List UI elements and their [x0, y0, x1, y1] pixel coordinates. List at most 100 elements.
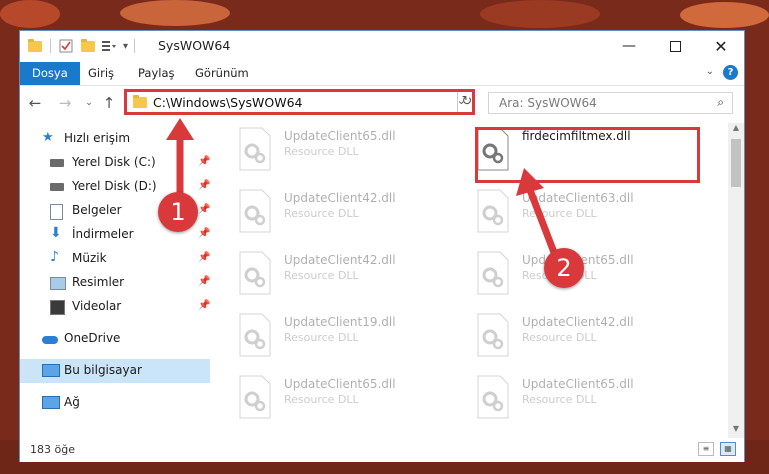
- file-name: UpdateClient19.dll: [284, 315, 396, 329]
- vertical-scrollbar[interactable]: ▲ ▼: [728, 123, 744, 438]
- help-icon[interactable]: ?: [723, 65, 738, 80]
- pin-icon[interactable]: 📌: [198, 300, 210, 311]
- navigation-pane: ★ Hızlı erişim Yerel Disk (C:) 📌 Yerel D…: [20, 123, 210, 438]
- sidebar-item-music[interactable]: ♪ Müzik 📌: [20, 247, 210, 271]
- scrollbar-thumb[interactable]: [731, 139, 741, 187]
- scroll-down-icon[interactable]: ▼: [728, 424, 744, 438]
- details-view-icon[interactable]: ≡: [698, 442, 714, 456]
- sidebar-item-network[interactable]: Ağ: [20, 391, 210, 415]
- file-name: UpdateClient42.dll: [284, 253, 396, 267]
- list-item[interactable]: UpdateClient65.dll Resource DLL: [216, 123, 446, 173]
- tab-file[interactable]: Dosya: [20, 62, 80, 85]
- file-name: UpdateClient42.dll: [522, 315, 634, 329]
- sidebar-item-label: Yerel Disk (C:): [72, 155, 156, 169]
- file-type: Resource DLL: [522, 331, 597, 344]
- step-marker-1: 1: [158, 192, 198, 232]
- large-icons-view-icon[interactable]: ▦: [720, 442, 736, 456]
- computer-icon: [42, 364, 60, 377]
- sidebar-item-label: Müzik: [72, 251, 107, 265]
- navigation-bar: ← → ⌄ ↑ C:\Windows\SysWOW64 ⌄ ↻ Ara: Sys…: [20, 86, 744, 120]
- background-leaf: [480, 0, 600, 28]
- drive-icon: [50, 183, 64, 191]
- file-type: Resource DLL: [522, 393, 597, 406]
- sidebar-item-pictures[interactable]: Resimler 📌: [20, 271, 210, 295]
- back-arrow-icon[interactable]: ←: [26, 94, 44, 112]
- sidebar-item-label: OneDrive: [64, 331, 121, 345]
- address-path[interactable]: C:\Windows\SysWOW64: [153, 95, 302, 110]
- sidebar-item-quick-access[interactable]: ★ Hızlı erişim: [20, 127, 210, 151]
- close-button[interactable]: ✕: [698, 31, 744, 61]
- ribbon-tabs: Dosya Giriş Paylaş Görünüm ⌄ ?: [20, 62, 744, 86]
- dll-file-icon: [239, 313, 271, 357]
- minimize-icon: —: [622, 38, 636, 54]
- cloud-icon: [42, 336, 58, 344]
- ribbon-expand-icon[interactable]: ⌄: [706, 66, 714, 77]
- drive-icon: [50, 159, 64, 167]
- dll-file-icon: [477, 251, 509, 295]
- pin-icon[interactable]: 📌: [198, 252, 210, 263]
- search-icon[interactable]: ⌕: [717, 95, 724, 110]
- pin-icon[interactable]: 📌: [198, 180, 210, 191]
- view-switcher: ≡ ▦: [698, 442, 736, 456]
- properties-check-icon[interactable]: [59, 39, 73, 53]
- pin-icon[interactable]: 📌: [198, 156, 210, 167]
- dll-file-icon: [239, 127, 271, 171]
- pin-icon[interactable]: 📌: [198, 276, 210, 287]
- tab-view[interactable]: Görünüm: [195, 62, 249, 85]
- title-bar: ▾ SysWOW64 — ✕: [20, 31, 744, 61]
- file-type: Resource DLL: [522, 207, 597, 220]
- close-icon: ✕: [714, 36, 728, 56]
- list-item[interactable]: UpdateClient42.dll Resource DLL: [216, 247, 446, 297]
- up-arrow-icon[interactable]: ↑: [100, 94, 118, 112]
- documents-icon: [50, 204, 63, 220]
- file-name: UpdateClient65.dll: [284, 377, 396, 391]
- new-folder-icon[interactable]: [81, 38, 95, 52]
- list-item[interactable]: UpdateClient42.dll Resource DLL: [454, 309, 684, 359]
- sidebar-item-disk-c[interactable]: Yerel Disk (C:) 📌: [20, 151, 210, 175]
- minimize-button[interactable]: —: [606, 31, 652, 61]
- pin-icon[interactable]: 📌: [198, 204, 210, 215]
- dll-file-icon: [239, 375, 271, 419]
- list-item[interactable]: UpdateClient63.dll Resource DLL: [454, 185, 684, 235]
- background-leaf: [680, 2, 769, 28]
- maximize-icon: [669, 40, 681, 52]
- toolbar-divider: [50, 39, 51, 53]
- file-name: UpdateClient65.dll: [284, 129, 396, 143]
- file-name: UpdateClient42.dll: [284, 191, 396, 205]
- tab-share[interactable]: Paylaş: [138, 62, 175, 85]
- pin-icon[interactable]: 📌: [198, 228, 210, 239]
- dll-file-icon: [477, 375, 509, 419]
- maximize-button[interactable]: [652, 31, 698, 61]
- toolbar-divider: [134, 39, 136, 53]
- search-input[interactable]: Ara: SysWOW64 ⌕: [488, 92, 733, 114]
- target-file-highlight: [475, 127, 700, 183]
- dll-file-icon: [477, 313, 509, 357]
- list-item[interactable]: UpdateClient65.dll Resource DLL: [454, 371, 684, 421]
- status-bar: 183 öğe ≡ ▦: [20, 439, 744, 462]
- scroll-up-icon[interactable]: ▲: [728, 123, 744, 137]
- sidebar-item-label: Ağ: [64, 395, 80, 409]
- address-bar[interactable]: C:\Windows\SysWOW64 ⌄: [124, 89, 475, 115]
- sidebar-item-label: Belgeler: [72, 203, 122, 217]
- forward-arrow-icon[interactable]: →: [56, 94, 74, 112]
- dll-file-icon: [239, 251, 271, 295]
- tab-home[interactable]: Giriş: [88, 62, 114, 85]
- sidebar-item-label: Videolar: [72, 299, 122, 313]
- chevron-down-icon[interactable]: ▾: [123, 41, 128, 52]
- refresh-icon[interactable]: ↻: [457, 92, 476, 112]
- list-item[interactable]: UpdateClient42.dll Resource DLL: [216, 185, 446, 235]
- file-name: UpdateClient63.dll: [522, 191, 634, 205]
- dll-file-icon: [477, 189, 509, 233]
- dll-file-icon: [239, 189, 271, 233]
- list-item[interactable]: UpdateClient65.dll Resource DLL: [216, 371, 446, 421]
- chevron-down-icon[interactable]: ⌄: [80, 94, 98, 112]
- folder-icon[interactable]: [28, 38, 42, 52]
- sidebar-item-label: Hızlı erişim: [64, 131, 131, 145]
- background-leaf: [0, 0, 60, 28]
- sidebar-item-videos[interactable]: Videolar 📌: [20, 295, 210, 319]
- sidebar-item-this-pc[interactable]: Bu bilgisayar: [20, 359, 210, 383]
- customize-dropdown-icon[interactable]: [101, 39, 117, 53]
- download-icon: ⬇: [50, 225, 62, 241]
- sidebar-item-onedrive[interactable]: OneDrive: [20, 327, 210, 351]
- list-item[interactable]: UpdateClient19.dll Resource DLL: [216, 309, 446, 359]
